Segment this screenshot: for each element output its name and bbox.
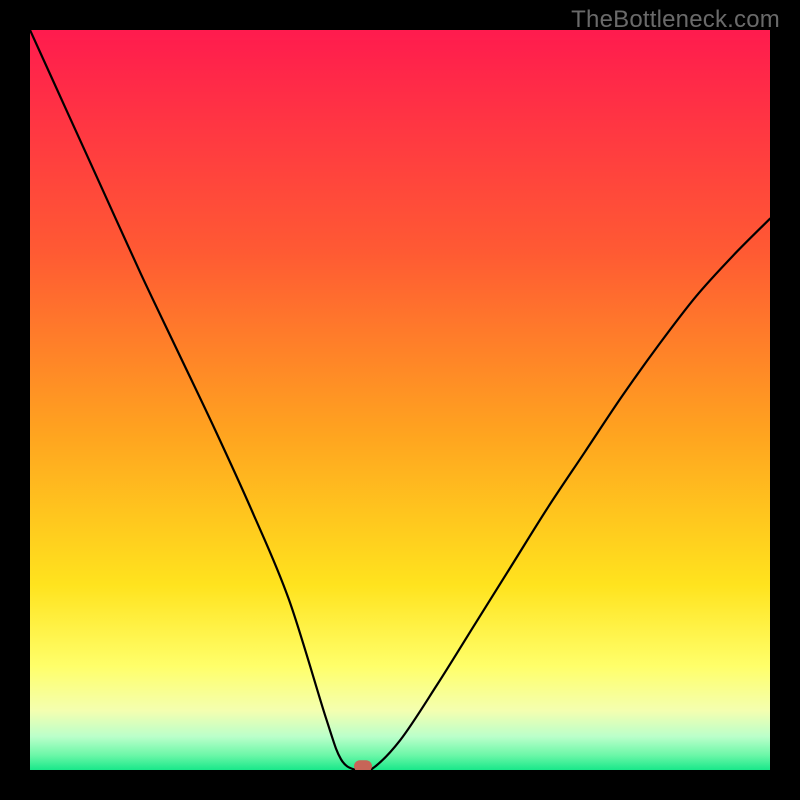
chart-frame: TheBottleneck.com — [0, 0, 800, 800]
bottleneck-chart — [30, 30, 770, 770]
gradient-background — [30, 30, 770, 770]
optimal-point-marker — [354, 760, 372, 770]
plot-area — [30, 30, 770, 770]
